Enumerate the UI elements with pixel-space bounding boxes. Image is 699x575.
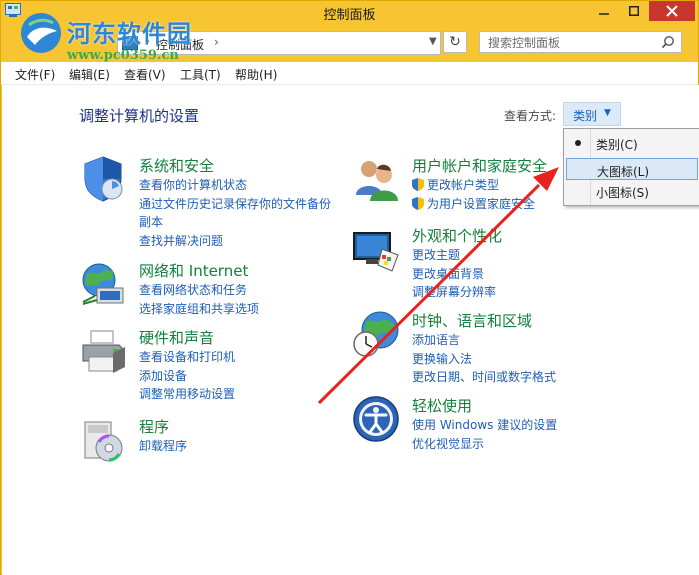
annotation-arrow bbox=[317, 167, 559, 405]
control-panel-window: 控制面板 › 控制面板 › ▼ ↻ 文件(F) 编辑(E) bbox=[0, 0, 699, 575]
